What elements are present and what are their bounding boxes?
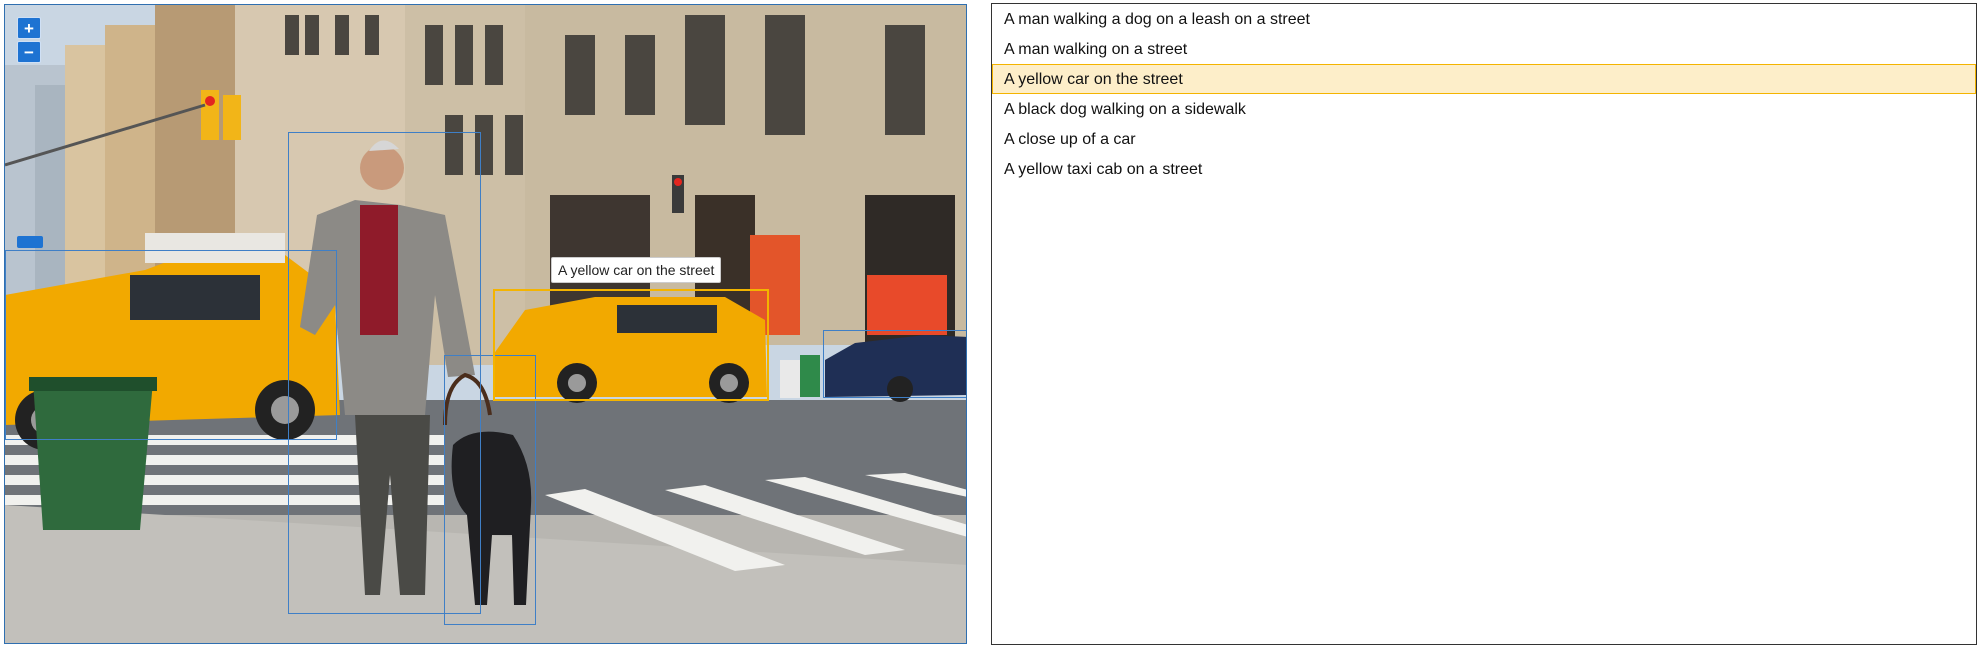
region-box-close-up-car[interactable] bbox=[823, 330, 966, 398]
region-box-yellow-car-selected[interactable] bbox=[493, 289, 769, 401]
caption-item[interactable]: A black dog walking on a sidewalk bbox=[992, 94, 1976, 124]
caption-item[interactable]: A man walking a dog on a leash on a stre… bbox=[992, 4, 1976, 34]
zoom-out-button[interactable]: − bbox=[17, 41, 41, 63]
zoom-in-button[interactable]: + bbox=[17, 17, 41, 39]
caption-item-selected[interactable]: A yellow car on the street bbox=[992, 64, 1976, 94]
region-handle[interactable] bbox=[17, 236, 43, 248]
caption-item[interactable]: A close up of a car bbox=[992, 124, 1976, 154]
region-tooltip: A yellow car on the street bbox=[551, 257, 722, 283]
image-viewer[interactable]: + − A yellow car on the street bbox=[4, 4, 967, 644]
caption-item[interactable]: A yellow taxi cab on a street bbox=[992, 154, 1976, 184]
caption-item[interactable]: A man walking on a street bbox=[992, 34, 1976, 64]
region-box-yellow-taxi[interactable] bbox=[5, 250, 337, 440]
caption-list: A man walking a dog on a leash on a stre… bbox=[991, 3, 1977, 645]
